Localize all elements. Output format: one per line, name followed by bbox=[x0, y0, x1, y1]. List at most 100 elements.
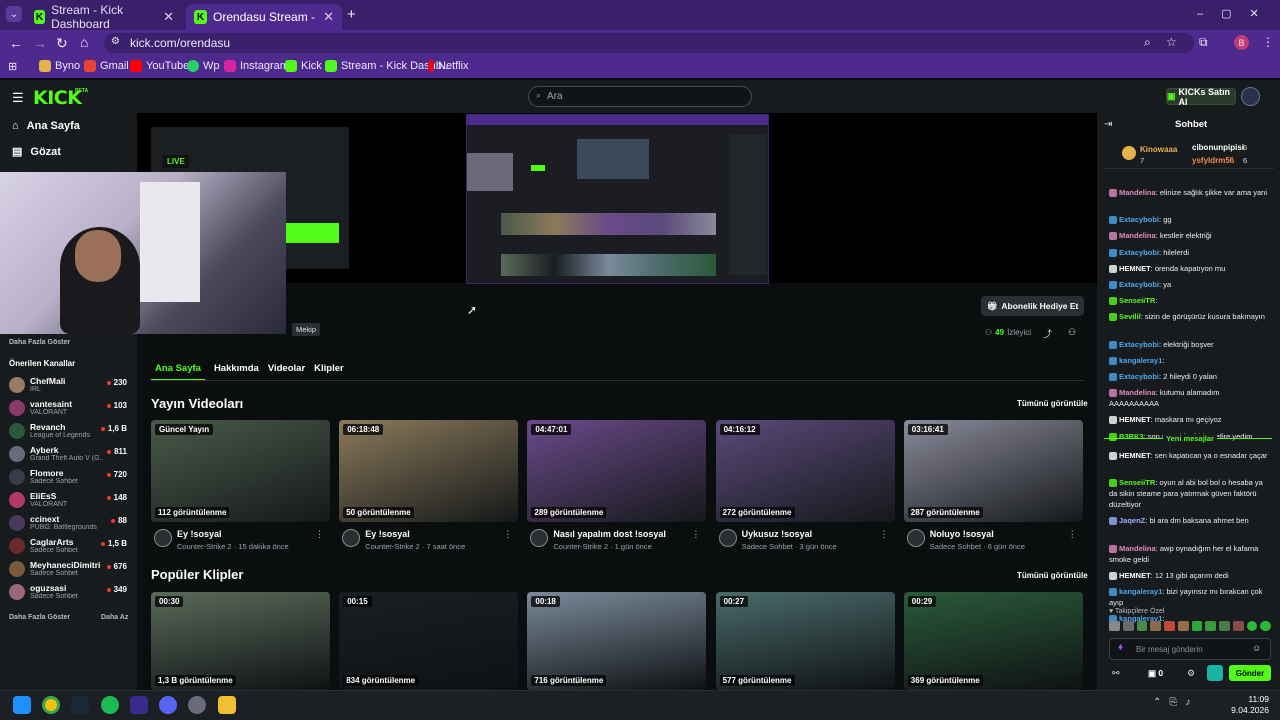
vs-icon[interactable] bbox=[130, 696, 148, 714]
video-card[interactable]: Güncel Yayın 112 görüntülenme Ey !sosyal Co… bbox=[151, 420, 330, 557]
chat-input[interactable]: Bir mesaj gönderin bbox=[1109, 638, 1271, 660]
clip-card[interactable]: 00:18 716 görüntülenme bbox=[527, 592, 707, 690]
clip-card[interactable]: 00:15 834 görüntülenme bbox=[339, 592, 519, 690]
gift-sub-button[interactable]: 🎁︎ Abonelik Hediye Et bbox=[981, 296, 1084, 316]
video-thumbnail[interactable]: 06:18:48 50 görüntülenme bbox=[339, 420, 519, 522]
bookmark-instagram[interactable]: Instagram bbox=[224, 60, 289, 72]
channel-avatar[interactable] bbox=[154, 529, 172, 547]
video-thumbnail[interactable]: 04:47:01 289 görüntülenme bbox=[527, 420, 707, 522]
sidebar-channel[interactable]: CaglarArts Sadece Sohbet 1,5 B bbox=[9, 535, 131, 557]
bookmark-gmail[interactable]: Gmail bbox=[84, 60, 129, 72]
files-icon[interactable] bbox=[218, 696, 236, 714]
show-more-link[interactable]: Daha Fazla Göster bbox=[9, 339, 70, 346]
top-gifter-3[interactable]: ysfyldrm56 bbox=[1192, 156, 1234, 165]
chat-username[interactable]: kangaleray1 bbox=[1119, 356, 1162, 365]
address-bar[interactable]: kick.com/orendasu bbox=[104, 33, 1194, 53]
browser-tab-dashboard[interactable]: K Stream - Kick Dashboard ✕ bbox=[26, 3, 182, 31]
video-thumbnail[interactable]: Güncel Yayın 112 görüntülenme bbox=[151, 420, 330, 522]
video-title[interactable]: Nasıl yapalım dost !sosyal bbox=[553, 529, 666, 539]
channel-avatar[interactable] bbox=[906, 529, 925, 547]
video-title[interactable]: Uykusuz !sosyal bbox=[742, 529, 813, 539]
tab-about[interactable]: Hakkımda bbox=[214, 363, 259, 381]
tab-home[interactable]: Ana Sayfa bbox=[151, 363, 205, 381]
menu-icon[interactable]: ⋮ bbox=[1262, 35, 1274, 49]
video-thumbnail[interactable]: 04:16:12 272 görüntülenme bbox=[715, 420, 895, 522]
buy-kicks-button[interactable]: ▣ KICKs Satın Al bbox=[1166, 87, 1236, 107]
clip-thumbnail[interactable]: 00:29 369 görüntülenme bbox=[903, 592, 1083, 690]
clip-thumbnail[interactable]: 00:15 834 görüntülenme bbox=[339, 592, 519, 690]
collapse-chat-icon[interactable]: ⇥ bbox=[1104, 119, 1112, 130]
sidebar-channel[interactable]: ccinext PUBG: Battlegrounds 88 bbox=[9, 512, 131, 534]
channel-points[interactable]: ▣ 0 bbox=[1148, 668, 1163, 679]
top-gifter-2[interactable]: cibonunpipisi bbox=[1192, 143, 1244, 152]
channel-avatar[interactable] bbox=[530, 529, 549, 547]
more-options-icon[interactable]: ⋮ bbox=[691, 529, 700, 540]
back-icon[interactable]: ← bbox=[9, 35, 23, 51]
sidebar-channel[interactable]: oguzsasi Sadece Sohbet 349 bbox=[9, 581, 131, 603]
share-icon[interactable]: ⤴ bbox=[1043, 327, 1052, 340]
bookmark-wp[interactable]: Wp bbox=[187, 60, 220, 72]
chrome-icon[interactable] bbox=[42, 696, 60, 714]
clips-see-all-link[interactable]: Tümünü görüntüle bbox=[1017, 571, 1088, 580]
window-controls[interactable]: –▢✕ bbox=[1197, 7, 1277, 20]
chat-username[interactable]: B3RK3 bbox=[1119, 432, 1144, 441]
channel-avatar[interactable] bbox=[342, 529, 361, 547]
follow-user-icon[interactable]: ⚇ bbox=[1068, 327, 1076, 338]
sidebar-item-home[interactable]: ⌂ Ana Sayfa bbox=[12, 120, 80, 132]
bookmark-star-icon[interactable]: ☆ bbox=[1166, 35, 1177, 49]
bookmark-netflix[interactable]: Netflix bbox=[428, 60, 469, 72]
chat-username[interactable]: Extacybobi bbox=[1119, 215, 1159, 224]
apps-grid-icon[interactable]: ⊞ bbox=[8, 60, 17, 73]
home-icon[interactable]: ⌂ bbox=[80, 34, 88, 50]
forward-icon[interactable]: → bbox=[33, 35, 47, 51]
chat-username[interactable]: HEMNET bbox=[1119, 264, 1151, 273]
clip-card[interactable]: 00:29 369 görüntülenme bbox=[903, 592, 1083, 690]
chat-username[interactable]: SenseiiTR bbox=[1119, 296, 1155, 305]
videos-see-all-link[interactable]: Tümünü görüntüle bbox=[1017, 399, 1088, 408]
tab-clips[interactable]: Klipler bbox=[314, 363, 344, 381]
video-title[interactable]: Noluyo !sosyal bbox=[930, 529, 994, 539]
video-card[interactable]: 04:16:12 272 görüntülenme Uykusuz !sosyal S… bbox=[715, 420, 895, 557]
sidebar-channel[interactable]: MeyhaneciDimitri Sadece Sohbet 676 bbox=[9, 558, 131, 580]
spotify-icon[interactable] bbox=[101, 696, 119, 714]
more-options-icon[interactable]: ⋮ bbox=[880, 529, 889, 540]
send-button[interactable]: Gönder bbox=[1229, 665, 1271, 681]
profile-avatar[interactable]: B bbox=[1234, 35, 1249, 50]
sidebar-channel[interactable]: EliEsS VALORANT 148 bbox=[9, 489, 131, 511]
chat-username[interactable]: HEMNET bbox=[1119, 451, 1151, 460]
chat-username[interactable]: Extacybobi bbox=[1119, 372, 1159, 381]
close-tab-icon[interactable]: ✕ bbox=[323, 9, 334, 25]
clock-time[interactable]: 11:09 bbox=[1223, 694, 1269, 704]
new-tab-icon[interactable]: + bbox=[347, 6, 356, 23]
emoji-icon[interactable]: ☺ bbox=[1252, 643, 1261, 653]
chat-username[interactable]: Mandelina bbox=[1119, 388, 1156, 397]
emote-bar[interactable] bbox=[1109, 621, 1271, 633]
chat-username[interactable]: HEMNET bbox=[1119, 571, 1151, 580]
browser-tab-orendasu[interactable]: K Orendasu Stream - Watch Live - ✕ bbox=[186, 4, 342, 30]
sidebar-channel[interactable]: vantesaint VALORANT 103 bbox=[9, 397, 131, 419]
chat-settings-icon[interactable]: ⚙ bbox=[1187, 668, 1195, 679]
clip-thumbnail[interactable]: 00:30 1,3 B görüntülenme bbox=[151, 592, 330, 690]
video-title[interactable]: Ey !sosyal bbox=[365, 529, 410, 539]
tab-videos[interactable]: Videolar bbox=[268, 363, 305, 381]
clip-card[interactable]: 00:30 1,3 B görüntülenme bbox=[151, 592, 330, 690]
extensions-icon[interactable]: ⧉ bbox=[1199, 35, 1208, 50]
more-options-icon[interactable]: ⋮ bbox=[503, 529, 512, 540]
hamburger-menu-icon[interactable]: ☰ bbox=[12, 90, 24, 106]
show-less-link[interactable]: Daha Az bbox=[101, 614, 128, 621]
more-options-icon[interactable]: ⋮ bbox=[1068, 529, 1077, 540]
bookmark-kick[interactable]: Kick bbox=[285, 60, 322, 72]
link-icon[interactable]: ⚯ bbox=[1112, 668, 1120, 679]
search-input[interactable]: Ara bbox=[528, 86, 752, 107]
show-more-bottom-link[interactable]: Daha Fazla Göster bbox=[9, 614, 70, 621]
video-card[interactable]: 06:18:48 50 görüntülenme Ey !sosyal Counter… bbox=[339, 420, 519, 557]
video-title[interactable]: Ey !sosyal bbox=[177, 529, 222, 539]
sidebar-channel[interactable]: ChefMali IRL 230 bbox=[9, 374, 131, 396]
chat-username[interactable]: kangaleray1 bbox=[1119, 587, 1162, 596]
chat-username[interactable]: Mandelina bbox=[1119, 188, 1156, 197]
bookmark-byno[interactable]: Byno bbox=[39, 60, 80, 72]
user-avatar[interactable] bbox=[1241, 87, 1260, 106]
chat-username[interactable]: Sevilil bbox=[1119, 312, 1141, 321]
chat-username[interactable]: Extacybobi bbox=[1119, 340, 1159, 349]
sidebar-channel[interactable]: Ayberk Grand Theft Auto V (G... 811 bbox=[9, 443, 131, 465]
